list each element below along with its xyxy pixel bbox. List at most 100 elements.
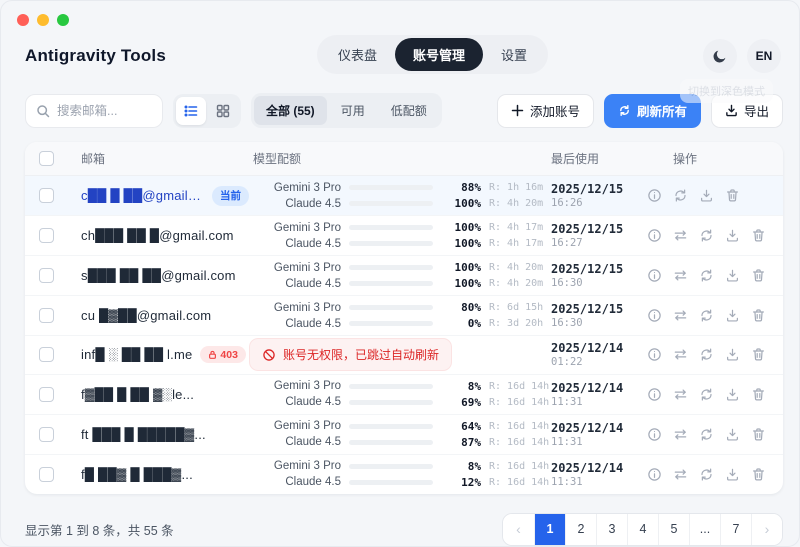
filter-tab-2[interactable]: 低配额	[379, 96, 439, 125]
refresh-account-icon[interactable]	[699, 308, 714, 323]
model-name: Claude 4.5	[249, 278, 341, 290]
row-checkbox[interactable]	[39, 308, 54, 323]
delete-icon[interactable]	[751, 387, 766, 402]
model-name: Claude 4.5	[249, 476, 341, 488]
switch-account-icon[interactable]	[673, 228, 688, 243]
filter-tab-1[interactable]: 可用	[329, 96, 377, 125]
info-icon[interactable]	[647, 308, 662, 323]
grid-view-button[interactable]	[208, 97, 238, 125]
language-toggle-button[interactable]: EN	[747, 39, 781, 73]
nav-tab-2[interactable]: 设置	[483, 38, 545, 71]
nav-tab-1[interactable]: 账号管理	[395, 38, 483, 71]
model-line-1: Gemini 3 Pro 100% R: 4h 20m	[249, 261, 551, 274]
delete-icon[interactable]	[725, 188, 740, 203]
search-input[interactable]	[57, 104, 147, 118]
delete-icon[interactable]	[751, 427, 766, 442]
refresh-account-icon[interactable]	[699, 467, 714, 482]
model-quotas: Gemini 3 Pro 8% R: 16d 14h Claude 4.5 69…	[249, 375, 551, 414]
quota-remaining: R: 1h 16m	[489, 182, 551, 193]
select-all-checkbox[interactable]	[39, 151, 54, 166]
nav-tab-0[interactable]: 仪表盘	[320, 38, 395, 71]
row-checkbox[interactable]	[39, 188, 54, 203]
row-actions	[647, 268, 773, 283]
page-button-7[interactable]: 7	[720, 514, 751, 545]
page-button-2[interactable]: 2	[565, 514, 596, 545]
download-icon[interactable]	[725, 308, 740, 323]
switch-account-icon[interactable]	[673, 268, 688, 283]
switch-account-icon[interactable]	[673, 347, 688, 362]
switch-account-icon[interactable]	[673, 427, 688, 442]
row-checkbox[interactable]	[39, 467, 54, 482]
row-badge: 403	[200, 346, 246, 363]
row-checkbox[interactable]	[39, 228, 54, 243]
list-view-button[interactable]	[176, 97, 206, 125]
download-icon[interactable]	[725, 347, 740, 362]
refresh-account-icon[interactable]	[699, 347, 714, 362]
header: Antigravity Tools 仪表盘账号管理设置 EN 切换到深色模式	[1, 1, 799, 73]
download-icon[interactable]	[725, 427, 740, 442]
page-button-4[interactable]: 4	[627, 514, 658, 545]
switch-account-icon[interactable]	[673, 387, 688, 402]
info-icon[interactable]	[647, 188, 662, 203]
model-name: Gemini 3 Pro	[249, 262, 341, 274]
quota-percent: 100%	[441, 277, 481, 290]
quota-percent: 8%	[441, 460, 481, 473]
last-used-date: 2025/12/15	[551, 182, 647, 196]
last-used-cell: 2025/12/15 16:26	[551, 182, 647, 209]
refresh-account-icon[interactable]	[699, 268, 714, 283]
moon-icon	[712, 48, 728, 64]
switch-account-icon[interactable]	[673, 308, 688, 323]
page-button-1[interactable]: 1	[534, 514, 565, 545]
column-header-quota: 模型配额	[249, 150, 551, 167]
last-used-time: 16:30	[551, 277, 647, 289]
download-icon[interactable]	[725, 228, 740, 243]
download-icon[interactable]	[725, 387, 740, 402]
delete-icon[interactable]	[751, 467, 766, 482]
quota-remaining: R: 16d 14h	[489, 397, 551, 408]
last-used-date: 2025/12/14	[551, 461, 647, 475]
info-icon[interactable]	[647, 427, 662, 442]
add-account-button[interactable]: 添加账号	[497, 94, 594, 128]
page-ellipsis[interactable]: ...	[689, 514, 720, 545]
quota-cell: Gemini 3 Pro 8% R: 16d 14h Claude 4.5 69…	[249, 375, 551, 414]
info-icon[interactable]	[647, 467, 662, 482]
delete-icon[interactable]	[751, 308, 766, 323]
info-icon[interactable]	[647, 387, 662, 402]
info-icon[interactable]	[647, 268, 662, 283]
info-icon[interactable]	[647, 228, 662, 243]
row-checkbox[interactable]	[39, 268, 54, 283]
refresh-all-button[interactable]: 刷新所有	[604, 94, 701, 128]
delete-icon[interactable]	[751, 268, 766, 283]
download-icon[interactable]	[725, 268, 740, 283]
switch-account-icon[interactable]	[673, 467, 688, 482]
refresh-account-icon[interactable]	[699, 387, 714, 402]
last-used-time: 16:26	[551, 197, 647, 209]
download-icon[interactable]	[725, 467, 740, 482]
row-actions	[647, 228, 773, 243]
refresh-account-icon[interactable]	[699, 427, 714, 442]
delete-icon[interactable]	[751, 228, 766, 243]
model-quotas: Gemini 3 Pro 88% R: 1h 16m Claude 4.5 10…	[249, 176, 551, 215]
column-header-actions: 操作	[647, 150, 773, 167]
table-row: inf█ ░ ██ ██ l.me 403	[25, 335, 783, 374]
refresh-account-icon[interactable]	[699, 228, 714, 243]
prev-page-button[interactable]: ‹	[503, 514, 534, 545]
quota-bar-track	[349, 480, 433, 485]
row-checkbox[interactable]	[39, 387, 54, 402]
row-checkbox[interactable]	[39, 427, 54, 442]
quota-remaining: R: 16d 14h	[489, 461, 551, 472]
quota-remaining: R: 16d 14h	[489, 477, 551, 488]
next-page-button[interactable]: ›	[751, 514, 782, 545]
filter-tab-0[interactable]: 全部 (55)	[254, 96, 327, 125]
row-checkbox[interactable]	[39, 347, 54, 362]
delete-icon[interactable]	[751, 347, 766, 362]
quota-bar-track	[349, 384, 433, 389]
refresh-account-icon[interactable]	[673, 188, 688, 203]
info-icon[interactable]	[647, 347, 662, 362]
theme-toggle-button[interactable]	[703, 39, 737, 73]
export-button[interactable]: 导出	[711, 94, 783, 128]
page-button-5[interactable]: 5	[658, 514, 689, 545]
download-icon[interactable]	[699, 188, 714, 203]
email-cell: ft ███ █ █████▓...	[81, 427, 249, 442]
page-button-3[interactable]: 3	[596, 514, 627, 545]
